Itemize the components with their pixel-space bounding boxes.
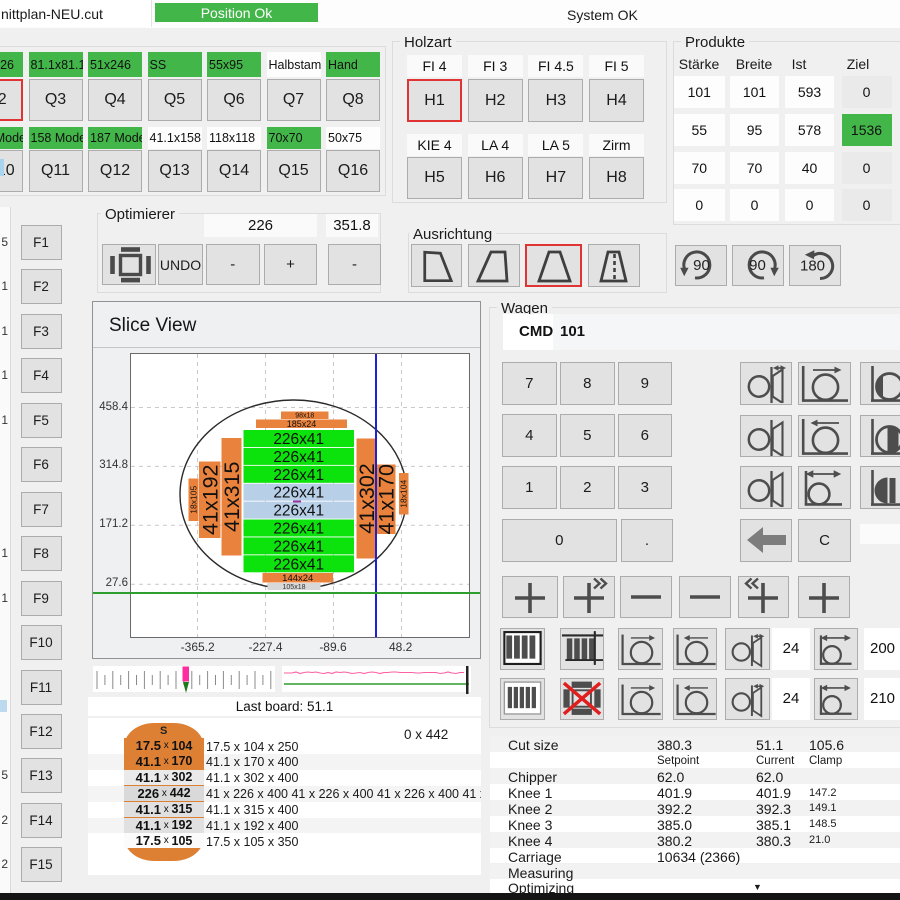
svg-text:18x104: 18x104 [399, 480, 409, 508]
svg-text:226x41: 226x41 [273, 431, 324, 448]
svg-text:90: 90 [749, 257, 766, 274]
svg-text:226x41: 226x41 [273, 538, 324, 555]
svg-text:226x41: 226x41 [273, 485, 324, 502]
svg-text:18x105: 18x105 [188, 486, 198, 514]
svg-text:105x18: 105x18 [283, 584, 306, 591]
svg-text:41x170: 41x170 [374, 464, 398, 535]
svg-text:144x24: 144x24 [282, 573, 313, 584]
svg-text:226x41: 226x41 [273, 521, 324, 538]
svg-text:90: 90 [693, 257, 710, 274]
svg-text:41x192: 41x192 [198, 464, 222, 535]
svg-text:226x41: 226x41 [273, 503, 324, 520]
svg-text:226x41: 226x41 [273, 556, 324, 573]
svg-text:180: 180 [800, 258, 825, 275]
svg-text:41x315: 41x315 [220, 461, 244, 532]
svg-text:226x41: 226x41 [273, 449, 324, 466]
svg-text:226x41: 226x41 [273, 467, 324, 484]
svg-text:185x24: 185x24 [287, 419, 317, 429]
